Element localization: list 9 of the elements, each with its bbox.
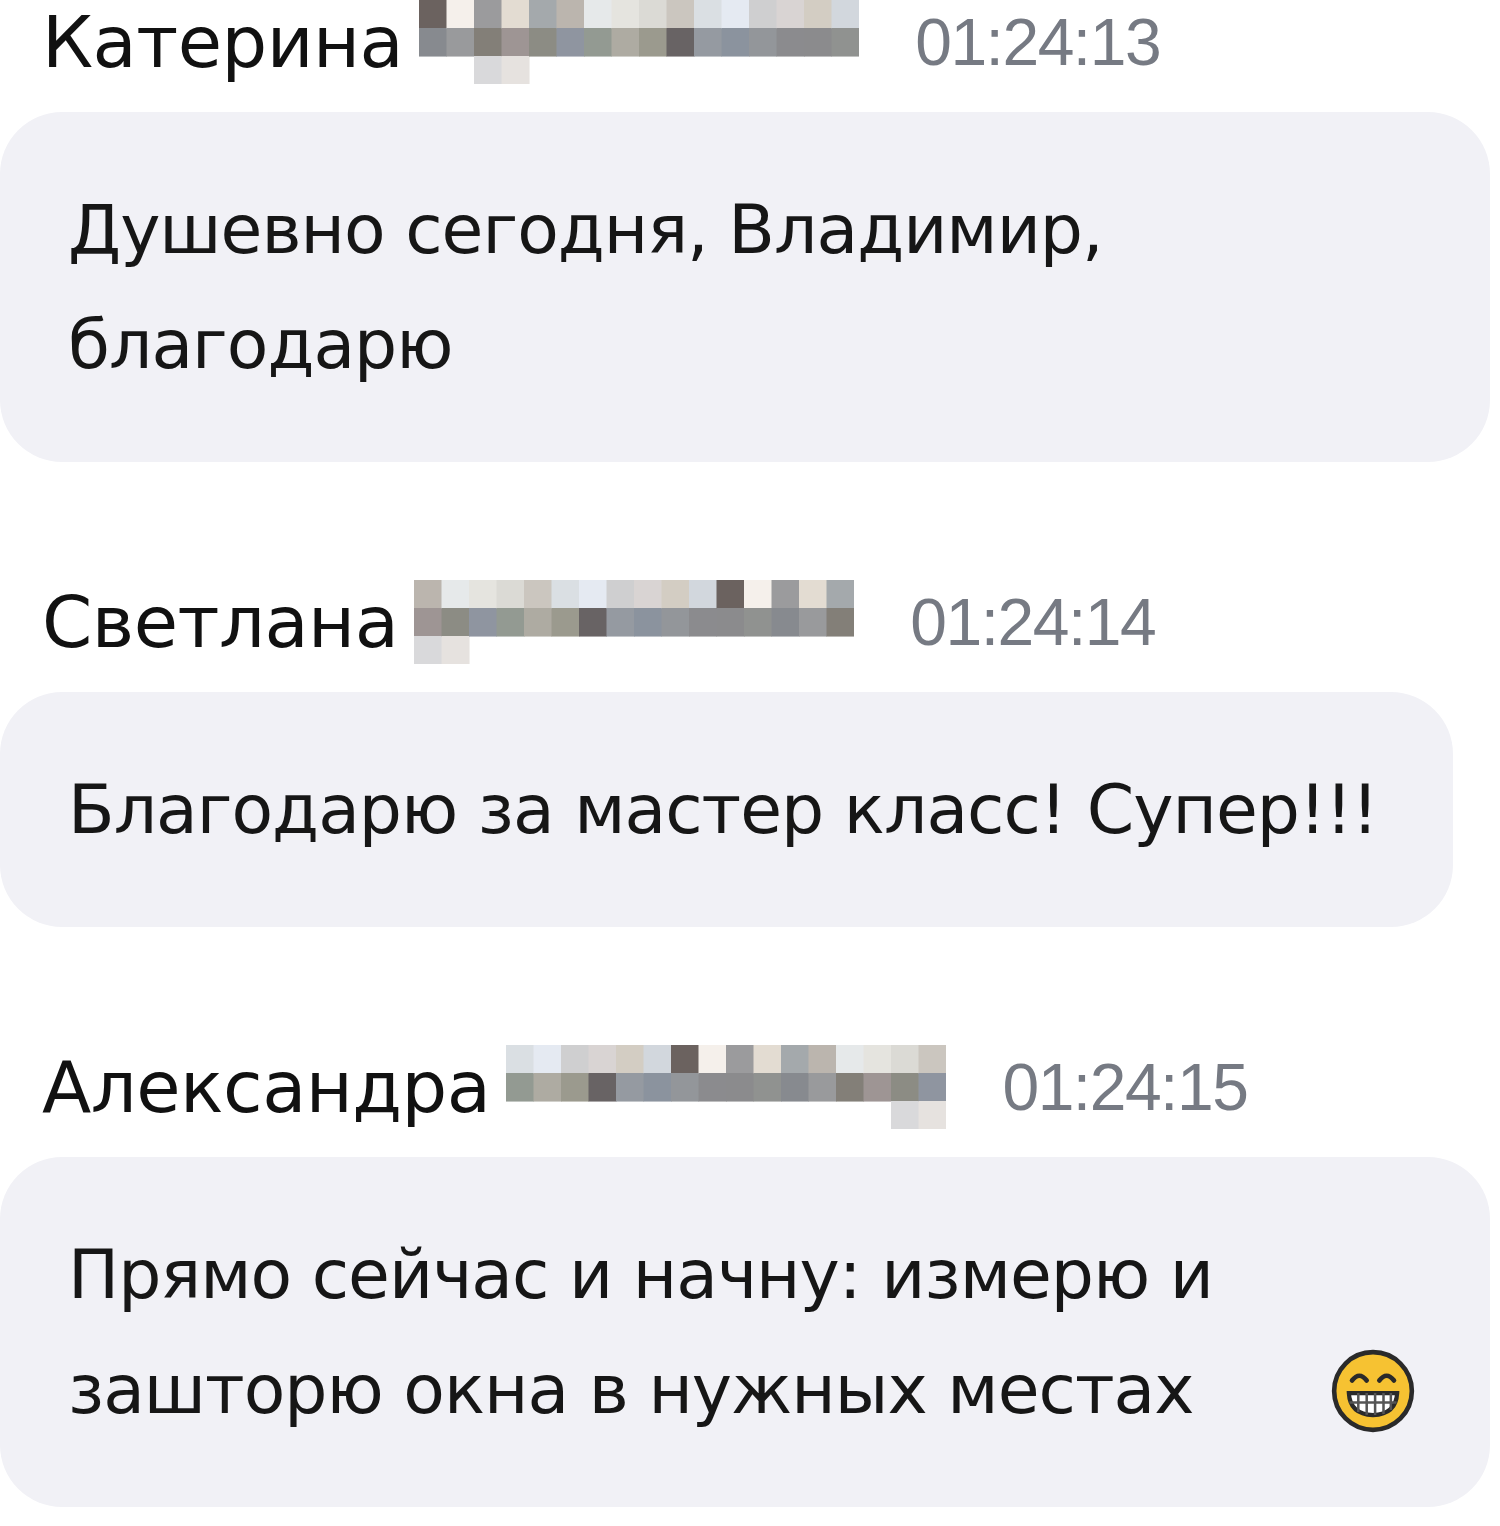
message-text: Благодарю за мастер класс! Супер!!! bbox=[68, 769, 1378, 851]
author-name: Катерина bbox=[42, 0, 404, 84]
author-name: Светлана bbox=[42, 580, 399, 664]
message-text: Прямо сейчас и начну: измерю и зашторю окна в нужных местах bbox=[68, 1234, 1215, 1431]
message-time: 01:24:14 bbox=[910, 584, 1156, 661]
author-name: Александра bbox=[42, 1045, 491, 1129]
message-text: Душевно сегодня, Владимир, благодарю bbox=[68, 189, 1104, 386]
message-time: 01:24:13 bbox=[915, 4, 1161, 81]
message-time: 01:24:15 bbox=[1002, 1049, 1248, 1126]
